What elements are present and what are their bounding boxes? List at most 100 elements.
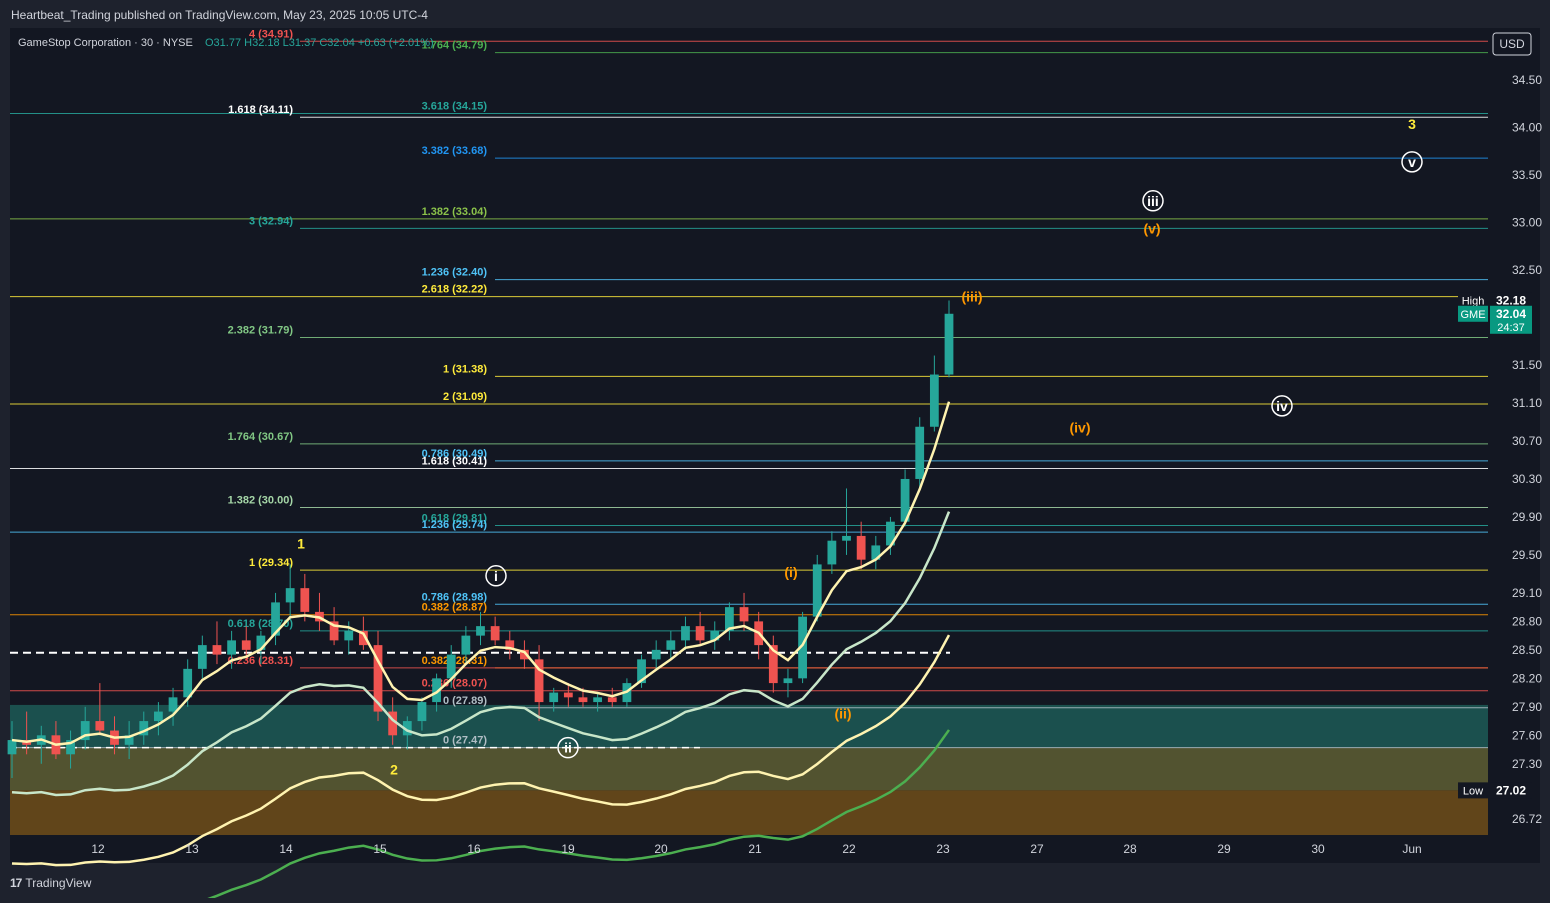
price-chart[interactable]: 4 (34.91)1.764 (34.79)3.618 (34.15)1.618… [0,0,1550,903]
y-tick-label: 26.72 [1512,812,1542,826]
candle-body [563,692,573,698]
brand-label: TradingView [25,876,92,890]
candle-body [739,607,749,622]
price-badge-label: High [1462,295,1485,307]
candle-body [168,697,178,712]
x-tick-label: 22 [842,842,856,856]
price-badge-value: 27.02 [1496,783,1526,797]
footer: 17 TradingView [10,876,91,890]
x-tick-label: 13 [185,842,199,856]
y-tick-label: 28.20 [1512,671,1542,685]
candle-body [490,626,500,641]
fib-label: 1 (31.38) [443,363,487,375]
fib-label: 1.618 (30.41) [422,456,488,468]
candle-body [285,588,295,603]
wave-label: iii [1147,193,1159,209]
tv-logo-icon: 17 [10,876,22,890]
candle-body [929,374,939,427]
wave-label: (i) [784,564,797,580]
fib-label: 2.618 (32.22) [422,284,488,296]
fib-label: 2.382 (31.79) [228,325,294,337]
candle-body [154,711,163,722]
candle-body [300,588,310,612]
candle-body [476,626,485,636]
candle-body [666,640,676,650]
x-tick-label: 16 [467,842,481,856]
x-tick-label: 23 [936,842,950,856]
candle-body [549,692,559,703]
x-tick-label: 29 [1217,842,1231,856]
price-badge-value: 32.18 [1496,293,1526,307]
support-zone-olive [10,747,1488,791]
fib-label: 1.764 (30.67) [228,431,294,443]
y-tick-label: 29.50 [1512,548,1542,562]
fib-label: 0 (27.89) [443,695,487,707]
fib-label: 1.618 (34.11) [228,104,293,116]
candle-body [7,740,17,755]
candle-body [197,645,207,669]
y-tick-label: 28.80 [1512,614,1542,628]
fib-label: 0 (27.47) [443,735,487,747]
fib-label: 1 (29.34) [249,557,293,569]
candle-body [95,721,105,731]
currency-label: USD [1499,37,1525,51]
price-axis-strip [1488,28,1540,835]
wave-label: 1 [297,536,305,552]
fib-label: 3.382 (33.68) [422,145,488,157]
candle-body [578,697,588,703]
candle-body [241,640,251,650]
candle-body [417,702,427,722]
y-tick-label: 27.60 [1512,728,1542,742]
x-tick-label: Jun [1402,842,1421,856]
fib-label: 3.618 (34.15) [422,100,488,112]
fib-label: 2 (31.09) [443,391,487,403]
x-tick-label: 28 [1123,842,1137,856]
wave-label: (iv) [1070,420,1091,436]
x-tick-label: 14 [279,842,293,856]
y-tick-label: 27.90 [1512,700,1542,714]
support-zone-teal [10,704,1488,748]
y-tick-label: 29.10 [1512,586,1542,600]
wave-label: (iii) [962,289,983,305]
wave-label: v [1408,154,1416,170]
chart-area[interactable]: 4 (34.91) 1.764 (34.79) 3.618 (34.15) 1.618… [0,0,1550,903]
wave-label: i [494,568,498,584]
x-tick-label: 21 [748,842,762,856]
y-tick-label: 33.50 [1512,168,1542,182]
candle-body [461,635,471,655]
fib-label: 0.382 (28.87) [422,602,488,614]
support-zone-orange [10,790,1488,835]
y-tick-label: 29.90 [1512,510,1542,524]
candle-body [695,626,705,641]
ohlc-legend: O31.77 H32.18 L31.37 C32.04 +0.63 (+2.01… [205,37,434,49]
x-tick-label: 19 [561,842,575,856]
fib-label: 1.236 (29.74) [422,519,488,531]
candle-body [607,697,617,703]
candle-body [783,678,793,684]
y-tick-label: 31.50 [1512,358,1542,372]
y-tick-label: 28.50 [1512,643,1542,657]
candle-body [344,630,354,641]
candle-body [651,649,661,660]
candle-body [827,540,837,565]
symbol-legend[interactable]: GameStop Corporation · 30 · NYSE [18,37,193,49]
y-tick-label: 33.00 [1512,216,1542,230]
y-tick-label: 30.70 [1512,434,1542,448]
y-tick-label: 27.30 [1512,757,1542,771]
wave-label: iv [1276,398,1288,414]
y-tick-label: 34.00 [1512,121,1542,135]
wave-label: 3 [1408,116,1416,132]
x-tick-label: 12 [91,842,105,856]
y-tick-label: 32.50 [1512,263,1542,277]
candle-body [944,313,954,375]
price-badge-countdown: 24:37 [1497,322,1525,334]
candle-body [856,535,866,560]
fib-label: 1.236 (32.40) [422,267,488,279]
candle-body [842,535,851,541]
candle-body [227,640,237,655]
candle-body [593,697,603,703]
price-badge-label: GME [1460,309,1485,321]
candle-body [212,645,222,655]
x-tick-label: 15 [373,842,387,856]
y-tick-label: 30.30 [1512,472,1542,486]
